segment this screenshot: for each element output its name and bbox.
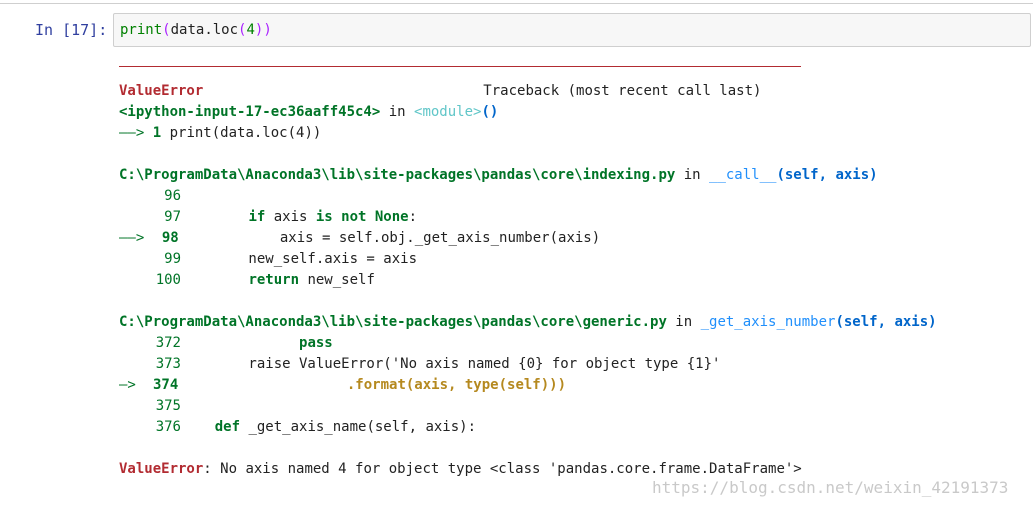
code-line-97: 97 if axis is not None:: [164, 209, 418, 225]
code-line-376: 376 def _get_axis_name(self, axis):: [155, 419, 477, 435]
code-line-372: 372 pass: [155, 335, 333, 351]
code-cell-input[interactable]: print(data.loc(4)): [113, 13, 1031, 47]
code-line-96: 96: [164, 188, 181, 204]
frame-generic-header: C:\ProgramData\Anaconda3\lib\site-packag…: [119, 314, 937, 330]
code-line-373: 373 raise ValueError('No axis named {0} …: [155, 356, 721, 372]
code-line-374: —> 374 .format(axis, type(self))): [119, 377, 567, 393]
code-line-375: 375: [155, 398, 181, 414]
watermark: https://blog.csdn.net/weixin_42191373: [652, 478, 1009, 497]
code-line-100: 100 return new_self: [155, 272, 375, 288]
input-prompt: In [17]:: [35, 21, 108, 39]
traceback-header: ValueError Traceback (most recent call la…: [119, 83, 762, 99]
final-error-line: ValueError: No axis named 4 for object t…: [119, 461, 802, 477]
frame-module-line: ——> 1 print(data.loc(4)): [119, 125, 322, 141]
top-divider: [0, 3, 1033, 4]
code-line-99: 99 new_self.axis = axis: [164, 251, 418, 267]
frame-module: <ipython-input-17-ec36aaff45c4> in <modu…: [119, 104, 499, 120]
code-line-98: ——> 98 axis = self.obj._get_axis_number(…: [119, 230, 601, 246]
traceback-divider: [119, 66, 801, 67]
frame-indexing-header: C:\ProgramData\Anaconda3\lib\site-packag…: [119, 167, 878, 183]
code-text: print(data.loc(4)): [120, 22, 272, 38]
cell-output: ValueError Traceback (most recent call la…: [119, 57, 937, 480]
